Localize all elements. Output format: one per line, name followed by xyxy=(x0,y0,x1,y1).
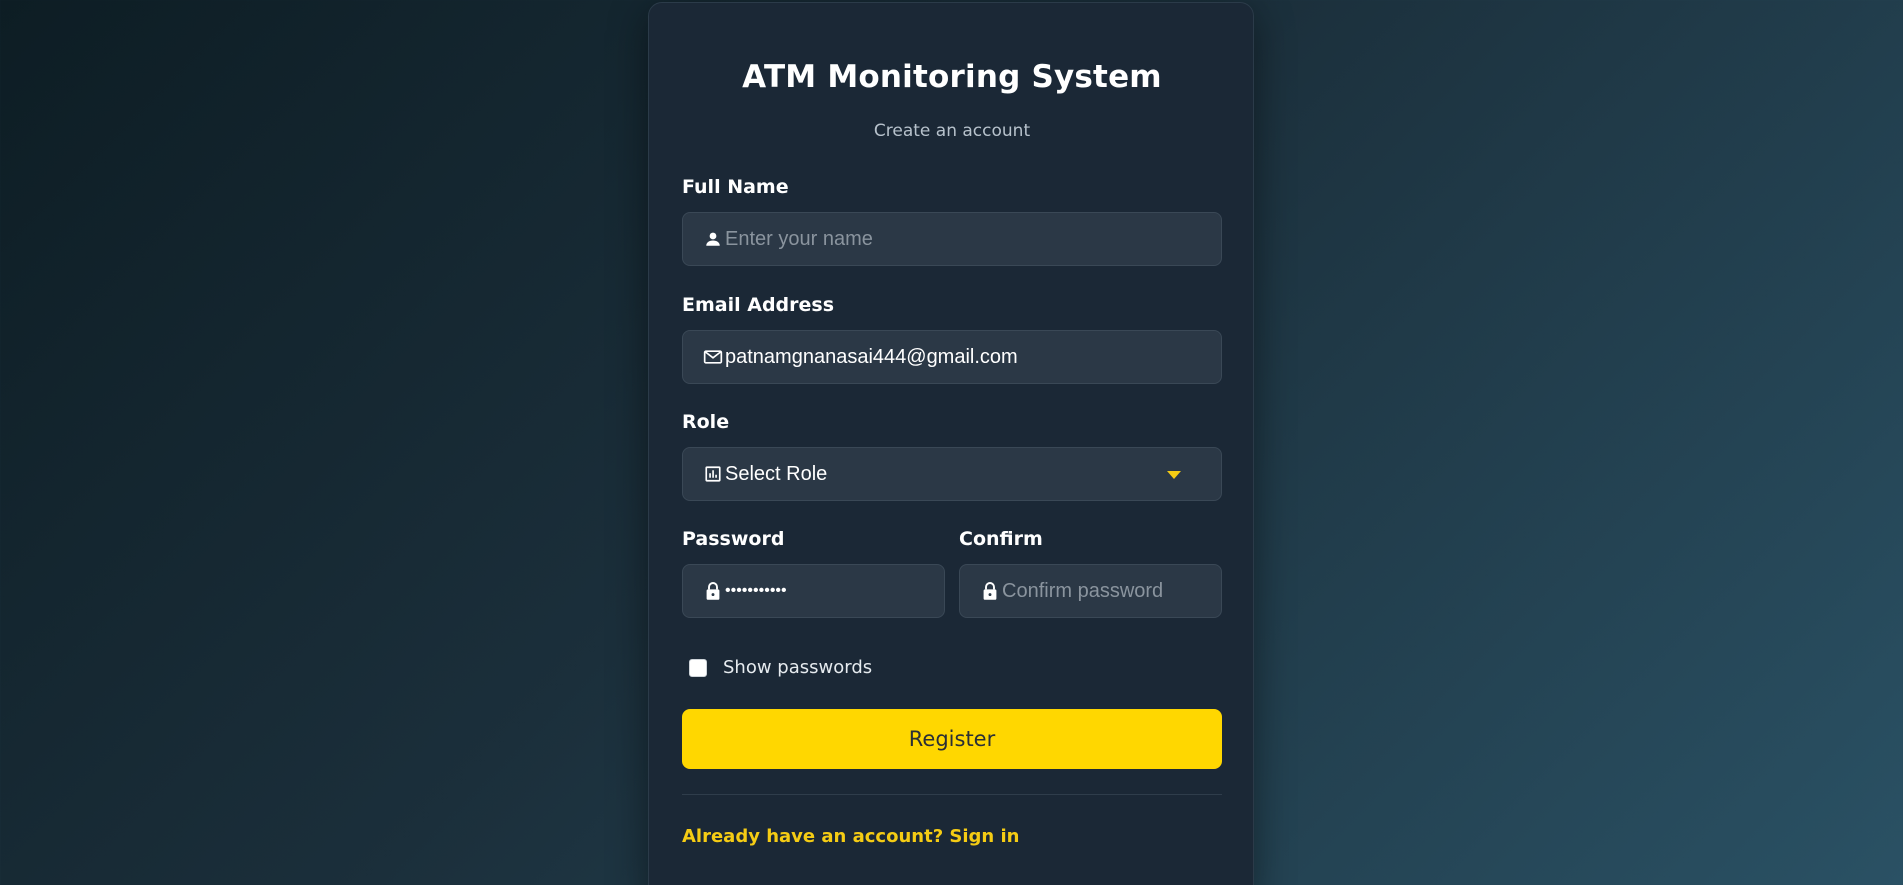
lock-icon xyxy=(703,581,723,601)
full-name-label: Full Name xyxy=(682,176,789,198)
email-label: Email Address xyxy=(682,294,835,316)
divider xyxy=(682,794,1222,795)
role-select[interactable]: Select Role xyxy=(682,447,1222,501)
page-subtitle: Create an account xyxy=(873,121,1031,141)
full-name-input[interactable] xyxy=(725,227,1221,251)
register-button[interactable]: Register xyxy=(682,709,1222,769)
confirm-field[interactable] xyxy=(959,564,1222,618)
email-input[interactable] xyxy=(725,345,1221,369)
show-passwords-checkbox[interactable] xyxy=(689,659,707,677)
chevron-down-icon xyxy=(1167,471,1181,479)
register-card: ATM Monitoring System Create an account … xyxy=(648,2,1254,885)
signin-link[interactable]: Already have an account? Sign in xyxy=(682,826,1020,847)
show-passwords-label: Show passwords xyxy=(723,657,873,678)
chart-icon xyxy=(703,464,723,484)
full-name-field[interactable] xyxy=(682,212,1222,266)
role-label: Role xyxy=(682,411,730,433)
role-selected-value: Select Role xyxy=(725,462,828,485)
confirm-label: Confirm xyxy=(959,528,1043,550)
lock-icon xyxy=(980,581,1000,601)
password-input[interactable] xyxy=(725,582,944,600)
password-label: Password xyxy=(682,528,785,550)
mail-icon xyxy=(703,347,723,367)
confirm-password-input[interactable] xyxy=(1002,579,1221,603)
password-field[interactable] xyxy=(682,564,945,618)
user-icon xyxy=(703,229,723,249)
email-field[interactable] xyxy=(682,330,1222,384)
page-title: ATM Monitoring System xyxy=(742,59,1162,95)
